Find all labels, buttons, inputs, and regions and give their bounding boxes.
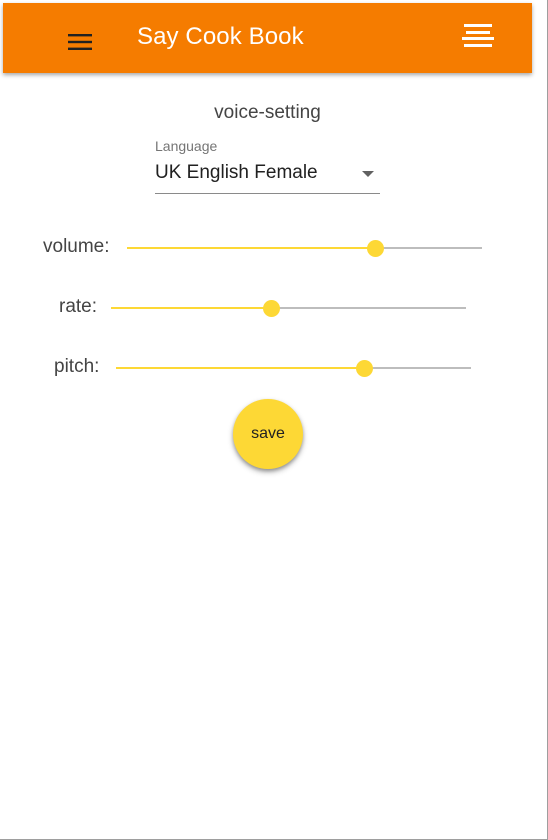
save-label: save — [251, 425, 285, 442]
save-button[interactable]: save — [233, 399, 303, 469]
menu-button[interactable] — [60, 25, 100, 57]
hamburger-menu-icon — [68, 34, 92, 50]
app-title: Say Cook Book — [137, 23, 304, 50]
rate-slider[interactable] — [111, 300, 466, 317]
rate-label: rate: — [59, 296, 98, 317]
volume-label: volume: — [43, 236, 110, 257]
pitch-slider[interactable] — [116, 360, 471, 377]
language-label: Language — [155, 138, 218, 154]
language-select[interactable]: Language UK English Female — [155, 138, 380, 194]
volume-thumb[interactable] — [367, 240, 384, 257]
list-icon — [462, 24, 494, 47]
voice-setting-title: voice-setting — [214, 102, 321, 123]
language-value: UK English Female — [155, 162, 318, 183]
pitch-thumb[interactable] — [356, 360, 373, 377]
dropdown-arrow-icon — [362, 171, 374, 177]
list-button[interactable] — [457, 19, 497, 59]
volume-fill — [127, 247, 375, 249]
rate-thumb[interactable] — [263, 300, 280, 317]
pitch-fill — [116, 367, 364, 369]
volume-slider[interactable] — [127, 240, 482, 257]
rate-fill — [111, 307, 271, 309]
pitch-label: pitch: — [54, 356, 100, 377]
language-underline — [155, 193, 380, 194]
app-bar: Say Cook Book — [3, 3, 532, 73]
app-frame: Say Cook Book voice-setting Language UK … — [0, 0, 548, 840]
